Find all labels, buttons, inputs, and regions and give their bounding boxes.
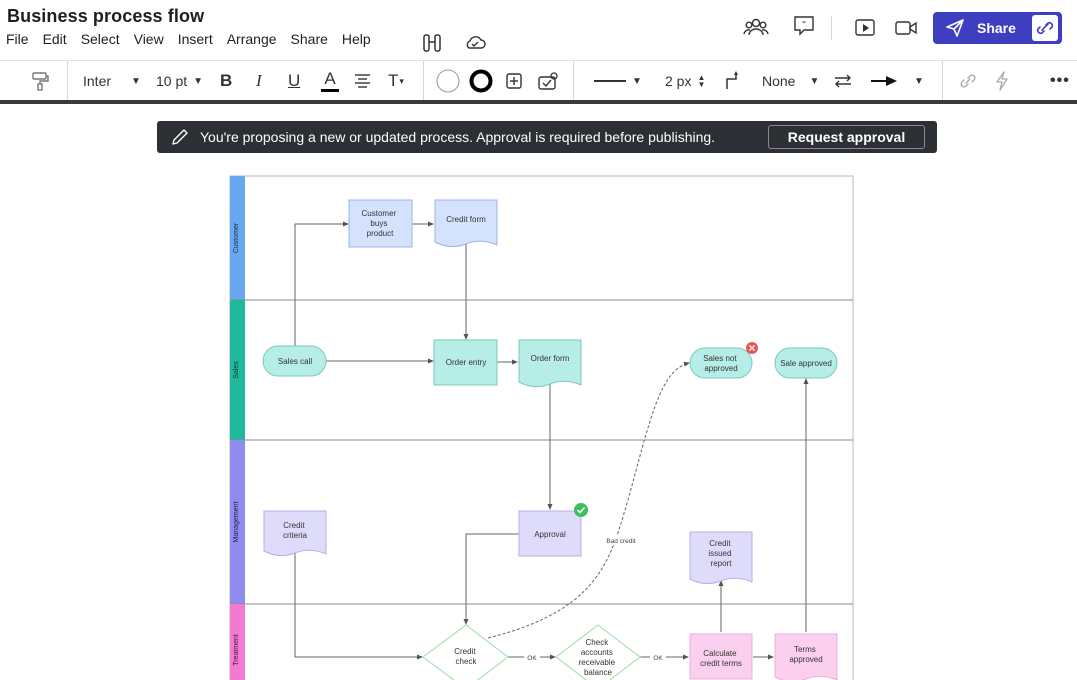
svg-text:Sales call: Sales call — [278, 357, 312, 366]
svg-text:Credit check: Credit check — [454, 647, 478, 666]
shape-credit-criteria[interactable]: Credit criteria — [263, 510, 327, 557]
approved-badge-icon — [574, 503, 588, 517]
svg-text:Sale approved: Sale approved — [780, 359, 832, 368]
rejected-badge-icon — [746, 342, 758, 354]
swimlane-diagram: Customer Sales Management Treatment Bad … — [229, 175, 854, 680]
svg-text:Approval: Approval — [534, 530, 566, 539]
lane-label-treatment: Treatment — [233, 634, 240, 666]
shape-sale-approved[interactable]: Sale approved — [774, 347, 838, 379]
svg-text:Credit form: Credit form — [446, 215, 486, 224]
edge-label-ok-2: OK — [653, 655, 663, 662]
shape-order-entry[interactable]: Order entry — [433, 339, 498, 386]
svg-text:Credit criteria: Credit criteria — [283, 521, 308, 540]
shape-terms-approved[interactable]: Terms approved — [774, 633, 838, 680]
svg-text:Order entry: Order entry — [446, 358, 486, 367]
shape-calculate-credit-terms[interactable]: Calculate credit terms — [689, 633, 753, 680]
shape-approval[interactable]: Approval — [518, 510, 582, 557]
shape-credit-issued-report[interactable]: Credit issued report — [689, 531, 753, 585]
lane-label-sales: Sales — [233, 361, 240, 379]
shape-sales-not-approved[interactable]: Sales not approved — [689, 347, 753, 379]
svg-text:Order form: Order form — [531, 354, 570, 363]
svg-text:Sales not approved: Sales not approved — [703, 354, 739, 373]
svg-text:Terms approved: Terms approved — [789, 645, 822, 664]
edge-label-ok-1: OK — [527, 655, 537, 662]
shape-credit-form[interactable]: Credit form — [434, 199, 498, 248]
lane-label-management: Management — [233, 502, 240, 543]
lane-label-customer: Customer — [233, 222, 240, 253]
shape-customer-buys-product[interactable]: Customer buys product — [348, 199, 413, 248]
shape-sales-call[interactable]: Sales call — [262, 345, 327, 377]
lane-treatment[interactable]: Treatment — [230, 604, 245, 680]
shape-order-form[interactable]: Order form — [518, 339, 582, 388]
svg-text:Credit issued: Credit issued report — [708, 539, 733, 568]
diagram-canvas[interactable]: You're proposing a new or updated proces… — [0, 104, 1077, 680]
edge-label-bad-credit: Bad credit — [606, 538, 635, 545]
svg-text:Calculate credit terms: Calculate credit terms — [700, 649, 742, 668]
